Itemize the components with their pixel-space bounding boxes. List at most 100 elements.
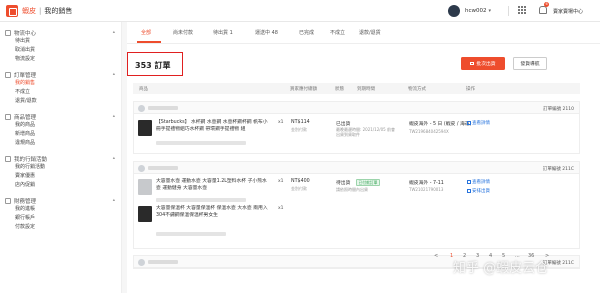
sidebar-item-campaigns[interactable]: 我的行銷活動 (0, 163, 121, 172)
sidebar-item-my-sales[interactable]: 我的銷售 (0, 79, 121, 88)
nav-group-finance: 財務管理 ▴ 我的進帳 銀行帳戶 付款設定 (0, 196, 121, 232)
tracking-number: TW219684042594X (409, 129, 449, 134)
watermark: 知乎 @蝦皮云仓 (453, 261, 549, 276)
tracking-number: TW21021790013 (409, 187, 444, 192)
product-qty: x1 (278, 179, 284, 184)
nav-head-logistics[interactable]: 物流中心 ▴ (0, 28, 121, 37)
brand-name[interactable]: 蝦皮 (22, 6, 36, 16)
seller-center-link[interactable]: 賣家賣場中心 (553, 8, 583, 15)
document-icon (467, 179, 471, 184)
sidebar-item-returns[interactable]: 退貨/退款 (0, 97, 121, 106)
nav-head-finance[interactable]: 財務管理 ▴ (0, 196, 121, 205)
nav-group-orders: 訂單管理 ▴ 我的銷售 不成立 退貨/退款 (0, 70, 121, 106)
th-product: 商品 (139, 87, 148, 92)
shopee-logo-icon[interactable] (6, 4, 18, 17)
sidebar-item-violations[interactable]: 違規商品 (0, 139, 121, 148)
order-card: 訂單編號 211C 大容量水壺 運動水壺 大容量1.2L塑料水杯 子小熊水壺 運… (133, 161, 580, 249)
buyer-avatar[interactable] (138, 258, 145, 266)
order-card: 訂單編號 2110 【Starbucks】 水杯鋼 水壺鋼 水壺杯鋼杯鋼 帆布小… (133, 101, 580, 154)
tab-to-ship[interactable]: 待出貨 1 (213, 29, 233, 36)
arrange-shipment-link[interactable]: 安排出貨 (467, 188, 490, 194)
page-prev-button[interactable]: < (434, 253, 438, 259)
tab-completed[interactable]: 已完成 (299, 29, 314, 36)
nav-group-products: 商品管理 ▴ 我的商品 新增商品 違規商品 (0, 112, 121, 148)
th-due: 到期時間 (357, 87, 375, 92)
order-header: 訂單編號 211C (134, 162, 579, 174)
sidebar-item-bank-account[interactable]: 銀行帳戶 (0, 214, 121, 223)
main-panel: 全部 尚未付款 待出貨 1 運送中 48 已完成 不成立 退款/退貨 353 訂… (127, 22, 600, 293)
chevron-up-icon: ▴ (112, 114, 115, 119)
sidebar-item-my-products[interactable]: 我的商品 (0, 121, 121, 130)
nav-head-products[interactable]: 商品管理 ▴ (0, 112, 121, 121)
tab-shipping[interactable]: 運送中 48 (255, 29, 278, 36)
truck-icon (5, 29, 11, 36)
product-thumbnail[interactable] (138, 179, 152, 195)
product-variant-redacted (156, 198, 246, 202)
sidebar-item-payment-settings[interactable]: 付款設定 (0, 223, 121, 232)
status-badge: 已付款訂單 (356, 179, 380, 186)
shipping-guide-button[interactable]: 發貨導航 (513, 57, 547, 70)
package-icon (470, 61, 475, 66)
buyer-avatar[interactable] (138, 104, 145, 112)
product-qty: x1 (278, 120, 284, 125)
tab-returns[interactable]: 退款/退貨 (359, 29, 381, 36)
th-status: 狀態 (335, 87, 344, 92)
order-total: NT$114 (291, 120, 310, 125)
sidebar-item-logistics-settings[interactable]: 物流設定 (0, 55, 121, 64)
nav-head-orders[interactable]: 訂單管理 ▴ (0, 70, 121, 79)
status-note: 最晚最遲時間: 2021/12/05 前會出貨到貨取件 (336, 127, 395, 137)
sidebar: 物流中心 ▴ 待出貨 取消出貨 物流設定 訂單管理 ▴ 我的銷售 不成立 退貨/退款… (0, 22, 122, 293)
order-status: 已出貨 (336, 122, 351, 127)
view-details-link[interactable]: 查看詳情 (467, 179, 490, 185)
logistics-method: 蝦皮海外 - 7-11 (409, 181, 444, 186)
product-thumbnail[interactable] (138, 206, 152, 222)
order-count: 353 訂單 (135, 61, 171, 70)
buyer-name-redacted[interactable] (148, 166, 178, 170)
product-name[interactable]: 【Starbucks】 水杯鋼 水壺鋼 水壺杯鋼杯鋼 帆布小冊手提禮物組巧水杯鋼… (156, 120, 271, 133)
th-action: 操作 (466, 87, 475, 92)
sidebar-item-income[interactable]: 我的進帳 (0, 205, 121, 214)
payment-method: 金別付款 (291, 127, 307, 132)
tab-unpaid[interactable]: 尚未付款 (173, 29, 193, 36)
buyer-avatar[interactable] (138, 164, 145, 172)
chevron-up-icon: ▴ (112, 72, 115, 77)
order-number[interactable]: 訂單編號 211C (543, 166, 574, 172)
apps-grid-icon[interactable] (518, 6, 527, 15)
megaphone-icon (5, 155, 11, 162)
product-thumbnail[interactable] (138, 120, 152, 136)
user-menu[interactable]: hcw002 ▾ (448, 5, 491, 17)
logistics-method: 蝦皮海外 - 5 日 (蝦皮 / 海運) (409, 122, 472, 127)
product-qty: x1 (278, 206, 284, 211)
chevron-up-icon: ▴ (112, 156, 115, 161)
buyer-name-redacted[interactable] (148, 260, 178, 264)
th-logistics: 物流方式 (408, 87, 426, 92)
sidebar-item-cancel-ship[interactable]: 取消出貨 (0, 46, 121, 55)
sidebar-item-to-ship[interactable]: 待出貨 (0, 37, 121, 46)
order-number[interactable]: 訂單編號 2110 (543, 106, 574, 112)
tab-failed[interactable]: 不成立 (330, 29, 345, 36)
chevron-down-icon[interactable]: ▾ (489, 8, 492, 14)
sidebar-item-add-product[interactable]: 新增商品 (0, 130, 121, 139)
breadcrumb: 我的銷售 (44, 6, 73, 15)
wallet-icon (5, 197, 11, 204)
sidebar-item-failed[interactable]: 不成立 (0, 88, 121, 97)
product-name[interactable]: 大容量保溫杯 大容量保溫杯 保溫水壺 大水壺 兩用入304不鏽鋼保溫保溫杯男女生 (156, 206, 271, 219)
clipboard-icon (5, 71, 11, 78)
view-details-link[interactable]: 查看詳情 (467, 120, 490, 126)
breadcrumb-separator: | (39, 6, 42, 15)
buyer-name-redacted[interactable] (148, 106, 178, 110)
truck-icon (467, 188, 471, 193)
username[interactable]: hcw002 (465, 8, 487, 14)
tab-all[interactable]: 全部 (141, 29, 151, 36)
order-header: 訂單編號 2110 (134, 102, 579, 114)
avatar[interactable] (448, 5, 460, 17)
nav-group-marketing: 我的行銷活動 ▴ 我的行銷活動 賣家優惠 店內促銷 (0, 154, 121, 190)
product-variant-redacted (156, 232, 226, 236)
table-header: 商品 買家應付總額 狀態 到期時間 物流方式 操作 (133, 83, 580, 94)
order-total: NT$400 (291, 179, 310, 184)
sidebar-item-promotions[interactable]: 店內促銷 (0, 181, 121, 190)
product-name[interactable]: 大容量水壺 運動水壺 大容量1.2L塑料水杯 子小熊水壺 運動健身 大容量水壺 (156, 179, 271, 192)
batch-ship-button[interactable]: 批次出貨 (461, 57, 505, 70)
nav-head-marketing[interactable]: 我的行銷活動 ▴ (0, 154, 121, 163)
sidebar-item-vouchers[interactable]: 賣家優惠 (0, 172, 121, 181)
